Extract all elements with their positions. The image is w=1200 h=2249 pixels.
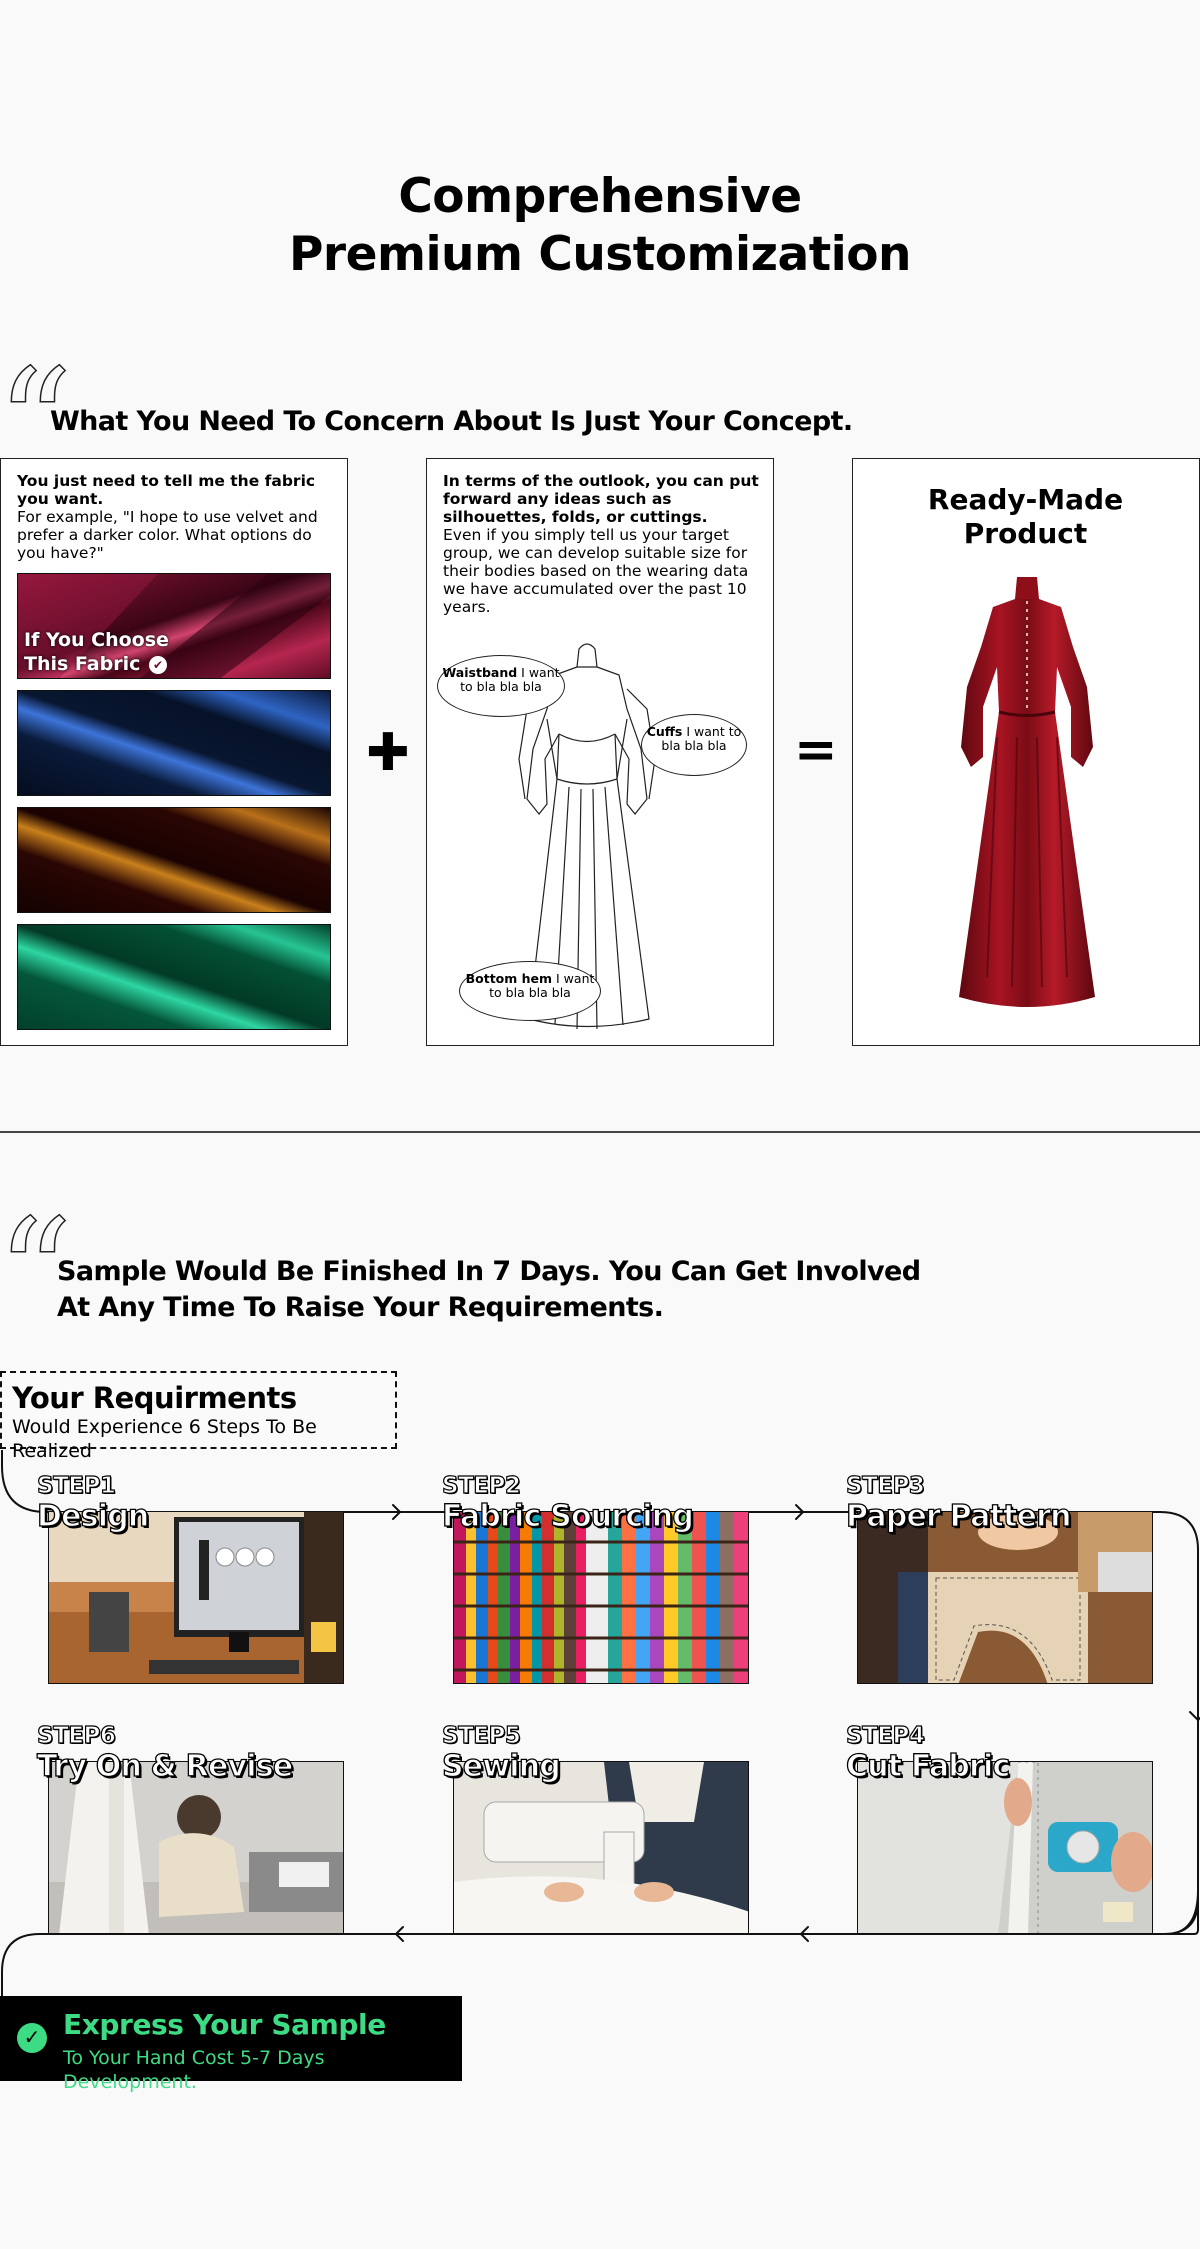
step4-cut-fabric-image (857, 1761, 1153, 1934)
process-heading: Sample Would Be Finished In 7 Days. You … (57, 1254, 921, 1326)
step1-design-image (48, 1511, 344, 1684)
step3-number: STEP3 (845, 1472, 925, 1499)
selected-fabric-label-line1: If You Choose (24, 629, 169, 651)
product-title-line2: Product (963, 517, 1088, 550)
velvet-brown-image (18, 808, 330, 912)
velvet-emerald-image (18, 925, 330, 1029)
page-title: Comprehensive Premium Customization (0, 168, 1200, 284)
step4-name: Cut Fabric (845, 1749, 1011, 1784)
requirements-title: Your Requirments (12, 1381, 297, 1415)
bubble-cuffs-bold: Cuffs (646, 724, 683, 739)
page-title-line1: Comprehensive (398, 169, 802, 224)
process-heading-line1: Sample Would Be Finished In 7 Days. You … (57, 1256, 921, 1287)
plus-icon: ✚ (366, 723, 410, 783)
step2-name: Fabric Sourcing (441, 1499, 694, 1534)
express-title: Express Your Sample (63, 2008, 386, 2041)
bubble-waistband-bold: Waistband (442, 665, 518, 680)
bubble-bottom-hem: Bottom hem I want to bla bla bla (459, 961, 601, 1021)
fabric-panel-intro-text: For example, "I hope to use velvet and p… (17, 508, 318, 562)
requirements-subtitle: Would Experience 6 Steps To Be Realized (12, 1416, 317, 1462)
step3-paper-pattern-image (857, 1511, 1153, 1684)
requirements-box: Your Requirments Would Experience 6 Step… (0, 1371, 397, 1462)
express-subtitle: To Your Hand Cost 5-7 Days Development. (63, 2047, 325, 2093)
check-icon: ✔ (148, 656, 167, 674)
velvet-navy-image (18, 691, 330, 795)
product-title: Ready-Made Product (853, 483, 1198, 551)
fabric-panel-text: You just need to tell me the fabric you … (17, 472, 327, 562)
concept-heading: What You Need To Concern About Is Just Y… (50, 406, 853, 437)
equals-icon: = (794, 720, 838, 780)
design-panel-intro-text: Even if you simply tell us your target g… (443, 526, 749, 616)
process-heading-line2: At Any Time To Raise Your Requirements. (57, 1292, 664, 1323)
red-velvet-dress-image (959, 577, 1095, 1007)
step3-name: Paper Pattern (845, 1499, 1072, 1534)
page-title-line2: Premium Customization (288, 227, 912, 282)
step5-number: STEP5 (441, 1722, 521, 1749)
selected-fabric-label-line2: This Fabric (24, 653, 141, 675)
design-panel: In terms of the outlook, you can put for… (426, 458, 774, 1046)
step5-name: Sewing (441, 1749, 561, 1784)
fabric-panel: You just need to tell me the fabric you … (0, 458, 348, 1046)
step1-name: Design (36, 1499, 150, 1534)
step6-name: Try On & Revise (36, 1749, 293, 1784)
step2-fabric-sourcing-image (453, 1511, 749, 1684)
express-sample-banner: ✓ Express Your Sample To Your Hand Cost … (0, 1996, 462, 2093)
step4-number: STEP4 (845, 1722, 925, 1749)
check-circle-icon: ✓ (17, 2023, 47, 2053)
bubble-cuffs: Cuffs I want to bla bla bla (641, 714, 747, 776)
step2-number: STEP2 (441, 1472, 521, 1499)
product-panel: Ready-Made Product (852, 458, 1200, 1046)
fabric-swatch-navy[interactable] (17, 690, 331, 796)
design-panel-text: In terms of the outlook, you can put for… (443, 472, 761, 616)
bubble-bottom-hem-bold: Bottom hem (465, 971, 553, 986)
product-title-line1: Ready-Made (927, 483, 1124, 516)
bubble-waistband: Waistband I want to bla bla bla (437, 655, 565, 717)
step5-sewing-image (453, 1761, 749, 1934)
design-panel-intro-bold: In terms of the outlook, you can put for… (443, 472, 759, 526)
fabric-swatch-brown[interactable] (17, 807, 331, 913)
step6-try-on-image (48, 1761, 344, 1934)
fabric-swatch-emerald[interactable] (17, 924, 331, 1030)
section-divider (0, 1131, 1200, 1133)
step1-number: STEP1 (36, 1472, 116, 1499)
fabric-panel-intro-bold: You just need to tell me the fabric you … (17, 472, 316, 508)
step6-number: STEP6 (36, 1722, 116, 1749)
selected-fabric-label: If You Choose This Fabric ✔ (24, 628, 169, 676)
fabric-swatch-burgundy[interactable]: If You Choose This Fabric ✔ (17, 573, 331, 679)
